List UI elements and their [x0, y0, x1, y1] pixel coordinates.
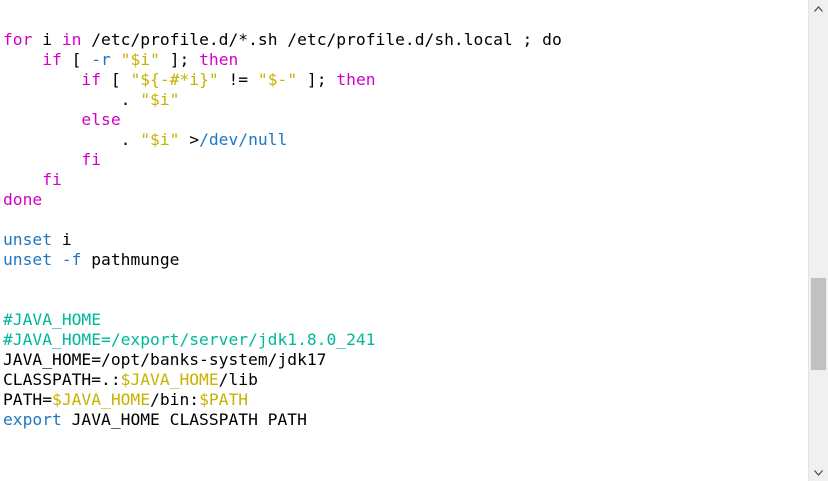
code-token-text: /etc/profile.d/*.sh /etc/profile.d/sh.lo…	[81, 30, 562, 49]
code-view[interactable]: for i in /etc/profile.d/*.sh /etc/profil…	[3, 30, 562, 430]
code-token-builtin: -f	[61, 250, 82, 269]
code-token-variable: $JAVA_HOME	[120, 370, 219, 389]
vertical-scrollbar[interactable]	[808, 0, 828, 481]
code-line: fi	[3, 170, 562, 190]
code-token-text: pathmunge	[81, 250, 180, 269]
code-token-keyword: done	[3, 190, 43, 209]
code-token-text: [	[61, 50, 92, 69]
code-token-builtin: unset	[3, 250, 53, 269]
code-line: . "$i" >/dev/null	[3, 130, 562, 150]
code-line: CLASSPATH=.:$JAVA_HOME/lib	[3, 370, 562, 390]
code-token-string: "$i"	[140, 90, 180, 109]
code-line: PATH=$JAVA_HOME/bin:$PATH	[3, 390, 562, 410]
code-token-keyword: if	[81, 70, 102, 89]
code-token-builtin: unset	[3, 230, 53, 249]
code-line: unset i	[3, 230, 562, 250]
code-token-keyword: then	[199, 50, 239, 69]
code-token-text: .	[3, 90, 141, 109]
code-line: else	[3, 110, 562, 130]
code-token-keyword: then	[336, 70, 376, 89]
code-line: unset -f pathmunge	[3, 250, 562, 270]
scroll-up-button[interactable]	[809, 0, 828, 17]
terminal-editor[interactable]: for i in /etc/profile.d/*.sh /etc/profil…	[0, 0, 808, 481]
code-line: #JAVA_HOME	[3, 310, 562, 330]
code-line: if [ "${-#*i}" != "$-" ]; then	[3, 70, 562, 90]
code-token-comment: #JAVA_HOME	[3, 310, 102, 329]
code-token-keyword: if	[42, 50, 62, 69]
code-token-text: CLASSPATH=.:	[3, 370, 121, 389]
code-token-text: JAVA_HOME CLASSPATH PATH	[61, 410, 307, 429]
code-token-text: ];	[159, 50, 200, 69]
code-token-keyword: fi	[81, 150, 102, 169]
code-token-keyword: for	[3, 30, 33, 49]
code-token-string: "${-#*i}"	[130, 70, 219, 89]
scroll-thumb[interactable]	[811, 278, 826, 370]
code-line: for i in /etc/profile.d/*.sh /etc/profil…	[3, 30, 562, 50]
code-line: export JAVA_HOME CLASSPATH PATH	[3, 410, 562, 430]
code-token-text: /bin:	[150, 390, 200, 409]
code-line: if [ -r "$i" ]; then	[3, 50, 562, 70]
code-token-variable: $JAVA_HOME	[52, 390, 151, 409]
code-token-text: !=	[218, 70, 258, 89]
code-line: fi	[3, 150, 562, 170]
code-token-keyword: fi	[42, 170, 62, 189]
code-token-text: >	[179, 130, 200, 149]
code-token-string: "$i"	[120, 50, 160, 69]
code-token-string: "$-"	[257, 70, 298, 89]
triangle-up-icon	[814, 5, 823, 12]
code-token-text: i	[52, 230, 72, 249]
code-token-text: JAVA_HOME=/opt/banks-system/jdk17	[3, 350, 327, 369]
code-token-keyword: else	[81, 110, 121, 129]
code-line: . "$i"	[3, 90, 562, 110]
code-token-text: i	[32, 30, 62, 49]
code-token-variable: $PATH	[199, 390, 249, 409]
code-token-builtin: -r	[91, 50, 111, 69]
code-line: done	[3, 190, 562, 210]
code-token-keyword: in	[61, 30, 82, 49]
code-token-comment: #JAVA_HOME=/export/server/jdk1.8.0_241	[3, 330, 376, 349]
code-token-path: /dev/null	[199, 130, 288, 149]
code-token-string: "$i"	[140, 130, 180, 149]
code-line: JAVA_HOME=/opt/banks-system/jdk17	[3, 350, 562, 370]
code-line: #JAVA_HOME=/export/server/jdk1.8.0_241	[3, 330, 562, 350]
code-token-text: ];	[297, 70, 337, 89]
code-token-builtin: export	[3, 410, 62, 429]
code-token-text: PATH=	[3, 390, 53, 409]
code-token-text: /lib	[218, 370, 258, 389]
triangle-down-icon	[814, 469, 823, 476]
code-token-text: [	[101, 70, 131, 89]
code-token-text: .	[3, 130, 141, 149]
scroll-down-button[interactable]	[809, 464, 828, 481]
